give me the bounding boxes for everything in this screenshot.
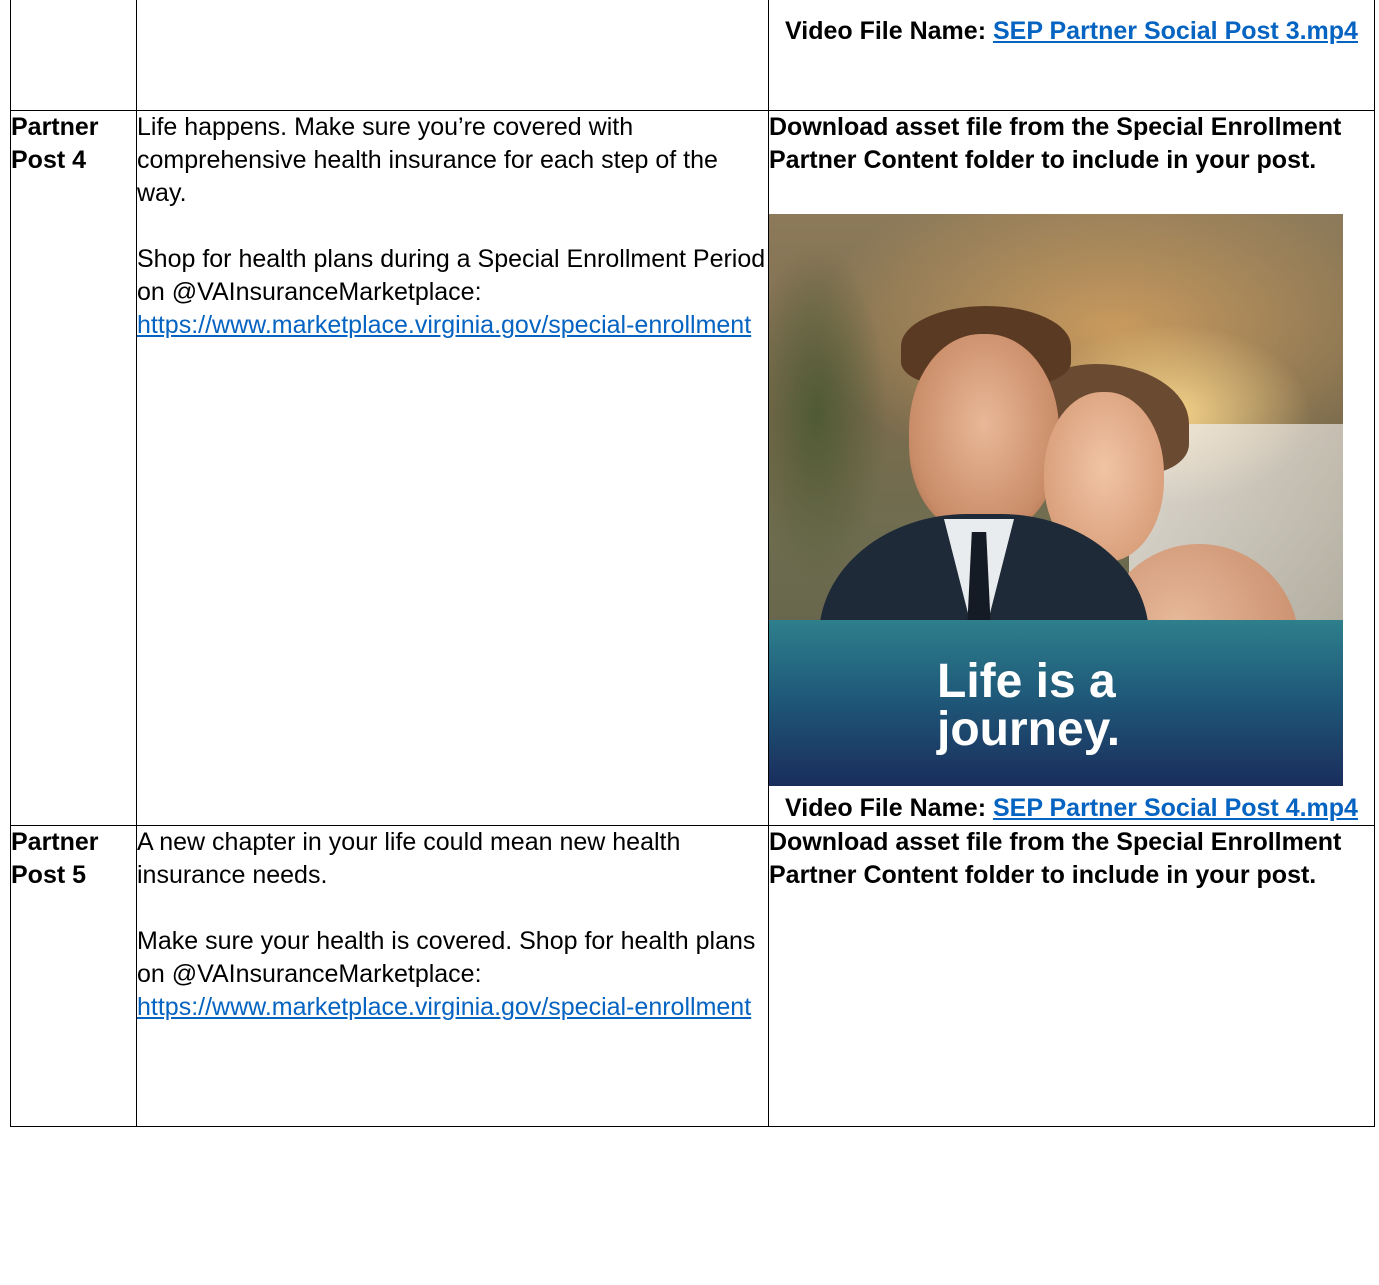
post-copy-paragraph: A new chapter in your life could mean ne… <box>137 828 681 889</box>
post-copy-text: Shop for health plans during a Special E… <box>137 245 766 306</box>
post-copy-cell: A new chapter in your life could mean ne… <box>136 825 769 1127</box>
image-foliage <box>769 234 889 594</box>
table-row: Video File Name: SEP Partner Social Post… <box>10 0 1375 111</box>
image-groom-face <box>909 334 1059 534</box>
post-label-cell: Partner Post 4 <box>10 110 137 826</box>
post-copy-paragraph: Make sure your health is covered. Shop f… <box>137 925 768 1024</box>
image-headline: Life is a journey. <box>937 655 1121 756</box>
video-file-name: Video File Name: SEP Partner Social Post… <box>769 792 1374 825</box>
table-row: Partner Post 4 Life happens. Make sure y… <box>10 110 1375 826</box>
post-copy-paragraph: Life happens. Make sure you’re covered w… <box>137 113 718 207</box>
post-label: Partner Post 4 <box>11 113 99 174</box>
post-copy-cell: Life happens. Make sure you’re covered w… <box>136 110 769 826</box>
marketplace-link[interactable]: https://www.marketplace.virginia.gov/spe… <box>137 993 751 1021</box>
post-asset-cell: Video File Name: SEP Partner Social Post… <box>768 0 1375 111</box>
video-file-link[interactable]: SEP Partner Social Post 3.mp4 <box>993 17 1358 45</box>
partner-posts-table: Video File Name: SEP Partner Social Post… <box>10 0 1375 1127</box>
post-label-cell <box>10 0 137 111</box>
post-copy-text: Make sure your health is covered. Shop f… <box>137 927 756 988</box>
post-copy-paragraph: Shop for health plans during a Special E… <box>137 243 768 342</box>
video-file-name: Video File Name: SEP Partner Social Post… <box>769 15 1374 48</box>
table-row: Partner Post 5 A new chapter in your lif… <box>10 825 1375 1127</box>
asset-thumbnail-image: Life is a journey. <box>769 214 1343 786</box>
post-label: Partner Post 5 <box>11 828 99 889</box>
post-asset-cell: Download asset file from the Special Enr… <box>768 825 1375 1127</box>
post-copy-cell <box>136 0 769 111</box>
post-asset-cell: Download asset file from the Special Enr… <box>768 110 1375 826</box>
asset-instruction: Download asset file from the Special Enr… <box>769 113 1342 174</box>
post-label-cell: Partner Post 5 <box>10 825 137 1127</box>
marketplace-link[interactable]: https://www.marketplace.virginia.gov/spe… <box>137 311 751 339</box>
video-file-prefix: Video File Name: <box>785 794 987 822</box>
video-file-prefix: Video File Name: <box>785 17 987 45</box>
asset-instruction: Download asset file from the Special Enr… <box>769 828 1342 889</box>
video-file-link[interactable]: SEP Partner Social Post 4.mp4 <box>993 794 1358 822</box>
